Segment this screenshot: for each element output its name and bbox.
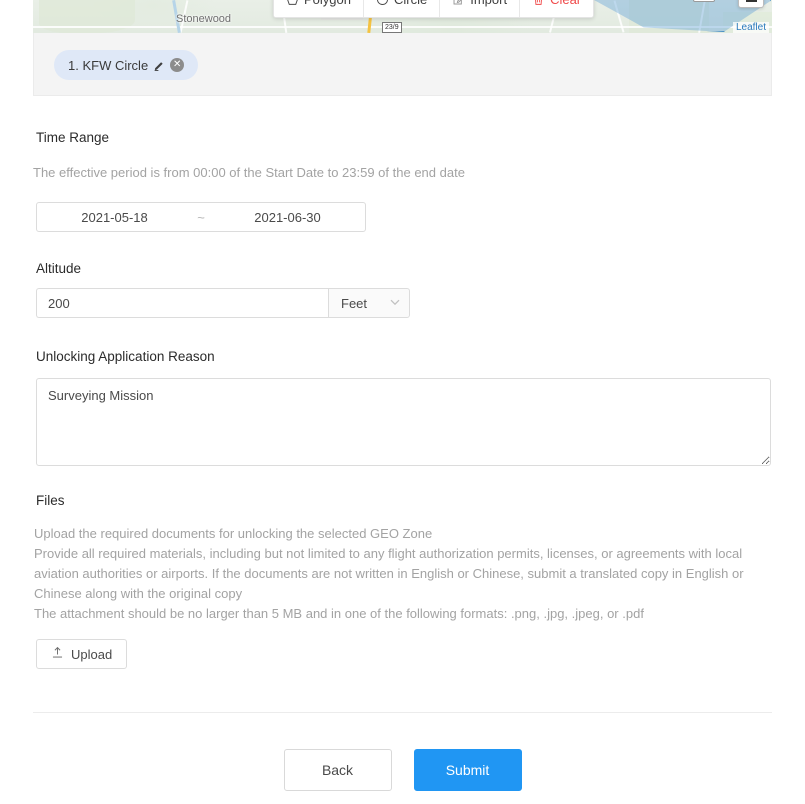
footer-divider <box>33 712 772 713</box>
files-hint-line: aviation authorities or airports. If the… <box>34 566 744 581</box>
clear-tool-button[interactable]: Clear <box>520 0 594 17</box>
map-viewport[interactable]: Stonewood 23/9 Polygon Circle <box>33 0 772 33</box>
circle-tool-label: Circle <box>394 0 427 7</box>
upload-icon <box>51 646 64 662</box>
upload-button[interactable]: Upload <box>36 639 128 669</box>
files-hint-line: The attachment should be no larger than … <box>34 606 644 621</box>
reason-label: Unlocking Application Reason <box>36 349 215 364</box>
date-range-separator: ~ <box>197 209 205 225</box>
map-draw-toolbar: Polygon Circle Import <box>273 0 595 18</box>
import-icon <box>452 0 465 6</box>
files-hint-line: Upload the required documents for unlock… <box>34 526 433 541</box>
files-hint-line: Provide all required materials, includin… <box>34 546 743 561</box>
map-place-label: Stonewood <box>176 13 232 25</box>
zone-chip[interactable]: 1. KFW Circle ✕ <box>54 50 199 80</box>
date-range-picker[interactable]: 2021-05-18 ~ 2021-06-30 <box>36 202 366 232</box>
pencil-icon[interactable] <box>153 59 165 71</box>
altitude-unit-value: Feet <box>341 295 368 311</box>
chevron-down-icon <box>390 299 400 308</box>
polygon-tool-button[interactable]: Polygon <box>274 0 364 17</box>
end-date-input[interactable]: 2021-06-30 <box>210 210 365 225</box>
altitude-label: Altitude <box>36 261 82 276</box>
leaflet-attribution-link[interactable]: Leaflet <box>732 22 769 33</box>
map-parkland <box>39 0 135 33</box>
altitude-field-group: Feet <box>36 288 410 318</box>
map-route-shield: 23/9 <box>382 22 402 33</box>
selected-zones-panel: 1. KFW Circle ✕ <box>33 33 772 96</box>
altitude-unit-select[interactable]: Feet <box>328 288 410 318</box>
files-label: Files <box>36 493 65 508</box>
zone-chip-label: 1. KFW Circle <box>68 57 149 73</box>
reason-textarea[interactable] <box>36 378 771 466</box>
polygon-tool-label: Polygon <box>304 0 351 7</box>
form-footer: Back Submit <box>0 749 805 791</box>
pentagon-icon <box>286 0 299 6</box>
import-tool-label: Import <box>470 0 507 7</box>
clear-tool-label: Clear <box>550 0 581 7</box>
start-date-input[interactable]: 2021-05-18 <box>37 210 192 225</box>
altitude-input[interactable] <box>36 288 328 318</box>
close-icon[interactable]: ✕ <box>170 58 185 72</box>
back-button[interactable]: Back <box>283 749 392 791</box>
geo-zone-marker <box>693 0 715 2</box>
files-hint-line: Chinese along with the original copy <box>34 586 243 601</box>
circle-tool-button[interactable]: Circle <box>363 0 441 17</box>
trash-icon <box>532 0 545 6</box>
circle-icon <box>376 0 389 6</box>
submit-button[interactable]: Submit <box>413 749 522 791</box>
unlocking-form: Time Range The effective period is from … <box>0 96 805 669</box>
minus-icon <box>745 0 757 2</box>
time-range-hint: The effective period is from 00:00 of th… <box>33 165 465 180</box>
geo-zone-unlocking-form: Stonewood 23/9 Polygon Circle <box>0 0 805 804</box>
time-range-label: Time Range <box>36 130 110 145</box>
map-zoom-out-button[interactable] <box>738 0 764 8</box>
import-tool-button[interactable]: Import <box>440 0 521 17</box>
upload-button-label: Upload <box>71 646 113 662</box>
